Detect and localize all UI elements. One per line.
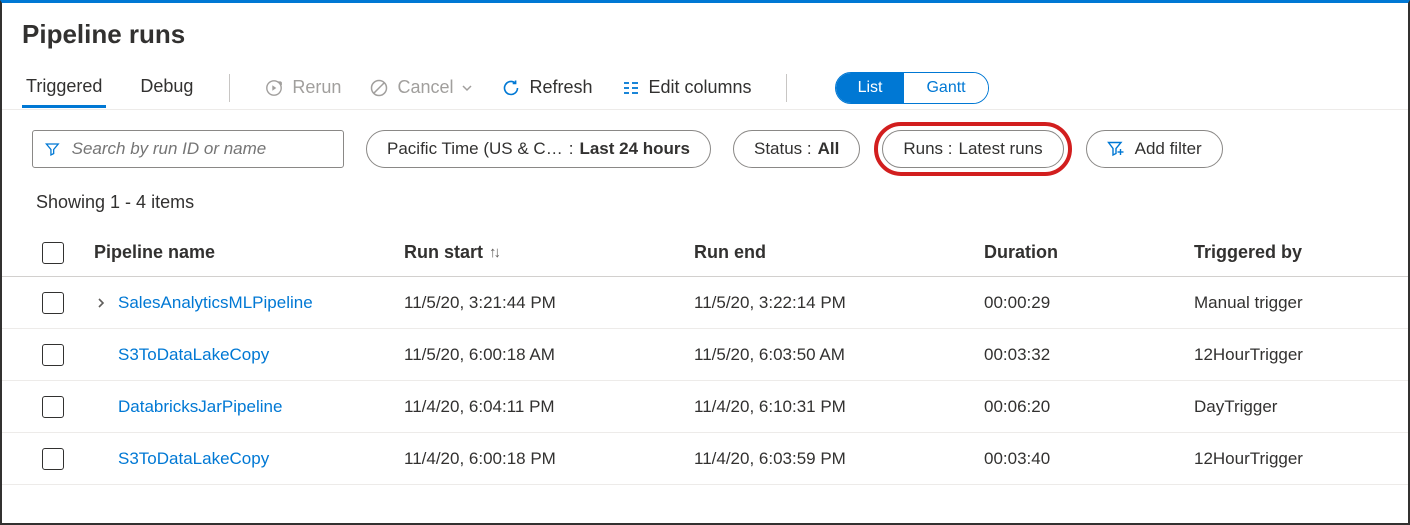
col-header-name[interactable]: Pipeline name bbox=[94, 242, 404, 263]
time-filter-sep: : bbox=[569, 139, 574, 159]
cell-run-start: 11/5/20, 6:00:18 AM bbox=[404, 345, 694, 365]
cell-run-start: 11/4/20, 6:04:11 PM bbox=[404, 397, 694, 417]
time-filter-pill[interactable]: Pacific Time (US & C… : Last 24 hours bbox=[366, 130, 711, 168]
filter-row: Pacific Time (US & C… : Last 24 hours St… bbox=[2, 110, 1408, 180]
sort-icon: ↑↓ bbox=[489, 244, 498, 261]
runs-filter-pill[interactable]: Runs : Latest runs bbox=[882, 130, 1063, 168]
add-filter-label: Add filter bbox=[1135, 139, 1202, 159]
toolbar-divider bbox=[229, 74, 230, 102]
tab-debug[interactable]: Debug bbox=[136, 68, 207, 107]
add-filter-icon bbox=[1107, 140, 1125, 158]
col-header-run-start[interactable]: Run start ↑↓ bbox=[404, 242, 694, 263]
tab-triggered[interactable]: Triggered bbox=[22, 68, 116, 107]
runs-filter-label: Runs : bbox=[903, 139, 952, 159]
cancel-label: Cancel bbox=[397, 77, 453, 98]
row-checkbox[interactable] bbox=[42, 344, 64, 366]
refresh-icon bbox=[501, 78, 521, 98]
cell-duration: 00:03:32 bbox=[984, 345, 1194, 365]
cell-run-end: 11/4/20, 6:10:31 PM bbox=[694, 397, 984, 417]
pipeline-name-link[interactable]: DatabricksJarPipeline bbox=[118, 397, 282, 417]
rerun-button[interactable]: Rerun bbox=[252, 73, 353, 102]
cell-run-start: 11/4/20, 6:00:18 PM bbox=[404, 449, 694, 469]
cell-triggered-by: Manual trigger bbox=[1194, 293, 1378, 313]
cell-triggered-by: 12HourTrigger bbox=[1194, 345, 1378, 365]
rerun-icon bbox=[264, 78, 284, 98]
status-filter-label: Status : bbox=[754, 139, 812, 159]
pipeline-runs-pane: Pipeline runs Triggered Debug Rerun Canc… bbox=[0, 0, 1410, 525]
view-toggle: List Gantt bbox=[835, 72, 989, 104]
row-checkbox[interactable] bbox=[42, 448, 64, 470]
search-box[interactable] bbox=[32, 130, 344, 168]
tab-toolbar-row: Triggered Debug Rerun Cancel bbox=[2, 66, 1408, 110]
table-row: SalesAnalyticsMLPipeline 11/5/20, 3:21:4… bbox=[2, 277, 1408, 329]
status-filter-pill[interactable]: Status : All bbox=[733, 130, 860, 168]
edit-columns-icon bbox=[621, 78, 641, 98]
cell-triggered-by: DayTrigger bbox=[1194, 397, 1378, 417]
time-filter-label: Pacific Time (US & C… bbox=[387, 139, 563, 159]
pipeline-name-link[interactable]: S3ToDataLakeCopy bbox=[118, 345, 269, 365]
refresh-label: Refresh bbox=[529, 77, 592, 98]
view-list-button[interactable]: List bbox=[836, 73, 905, 103]
table-header: Pipeline name Run start ↑↓ Run end Durat… bbox=[2, 229, 1408, 277]
filter-icon bbox=[45, 141, 60, 157]
toolbar-divider-2 bbox=[786, 74, 787, 102]
select-all-checkbox[interactable] bbox=[42, 242, 64, 264]
row-checkbox[interactable] bbox=[42, 292, 64, 314]
pipeline-name-link[interactable]: SalesAnalyticsMLPipeline bbox=[118, 293, 313, 313]
cell-duration: 00:03:40 bbox=[984, 449, 1194, 469]
table-row: DatabricksJarPipeline 11/4/20, 6:04:11 P… bbox=[2, 381, 1408, 433]
runs-table: Pipeline name Run start ↑↓ Run end Durat… bbox=[2, 229, 1408, 485]
cell-duration: 00:00:29 bbox=[984, 293, 1194, 313]
row-checkbox[interactable] bbox=[42, 396, 64, 418]
edit-columns-label: Edit columns bbox=[649, 77, 752, 98]
col-header-run-end[interactable]: Run end bbox=[694, 242, 984, 263]
results-count: Showing 1 - 4 items bbox=[2, 180, 1408, 229]
cell-triggered-by: 12HourTrigger bbox=[1194, 449, 1378, 469]
col-header-duration[interactable]: Duration bbox=[984, 242, 1194, 263]
cell-run-start: 11/5/20, 3:21:44 PM bbox=[404, 293, 694, 313]
chevron-down-icon bbox=[461, 82, 473, 94]
time-filter-value: Last 24 hours bbox=[579, 139, 690, 159]
table-row: S3ToDataLakeCopy 11/4/20, 6:00:18 PM 11/… bbox=[2, 433, 1408, 485]
status-filter-value: All bbox=[818, 139, 840, 159]
refresh-button[interactable]: Refresh bbox=[489, 73, 604, 102]
cell-run-end: 11/5/20, 3:22:14 PM bbox=[694, 293, 984, 313]
table-row: S3ToDataLakeCopy 11/5/20, 6:00:18 AM 11/… bbox=[2, 329, 1408, 381]
page-title: Pipeline runs bbox=[2, 3, 1408, 66]
add-filter-button[interactable]: Add filter bbox=[1086, 130, 1223, 168]
view-gantt-button[interactable]: Gantt bbox=[904, 73, 987, 103]
col-header-triggered-by[interactable]: Triggered by bbox=[1194, 242, 1378, 263]
cell-run-end: 11/5/20, 6:03:50 AM bbox=[694, 345, 984, 365]
runs-filter-value: Latest runs bbox=[959, 139, 1043, 159]
rerun-label: Rerun bbox=[292, 77, 341, 98]
edit-columns-button[interactable]: Edit columns bbox=[609, 73, 764, 102]
cell-duration: 00:06:20 bbox=[984, 397, 1194, 417]
cancel-button[interactable]: Cancel bbox=[357, 73, 485, 102]
cancel-icon bbox=[369, 78, 389, 98]
cell-run-end: 11/4/20, 6:03:59 PM bbox=[694, 449, 984, 469]
pipeline-name-link[interactable]: S3ToDataLakeCopy bbox=[118, 449, 269, 469]
expand-chevron-icon[interactable] bbox=[94, 297, 108, 309]
search-input[interactable] bbox=[70, 138, 331, 160]
